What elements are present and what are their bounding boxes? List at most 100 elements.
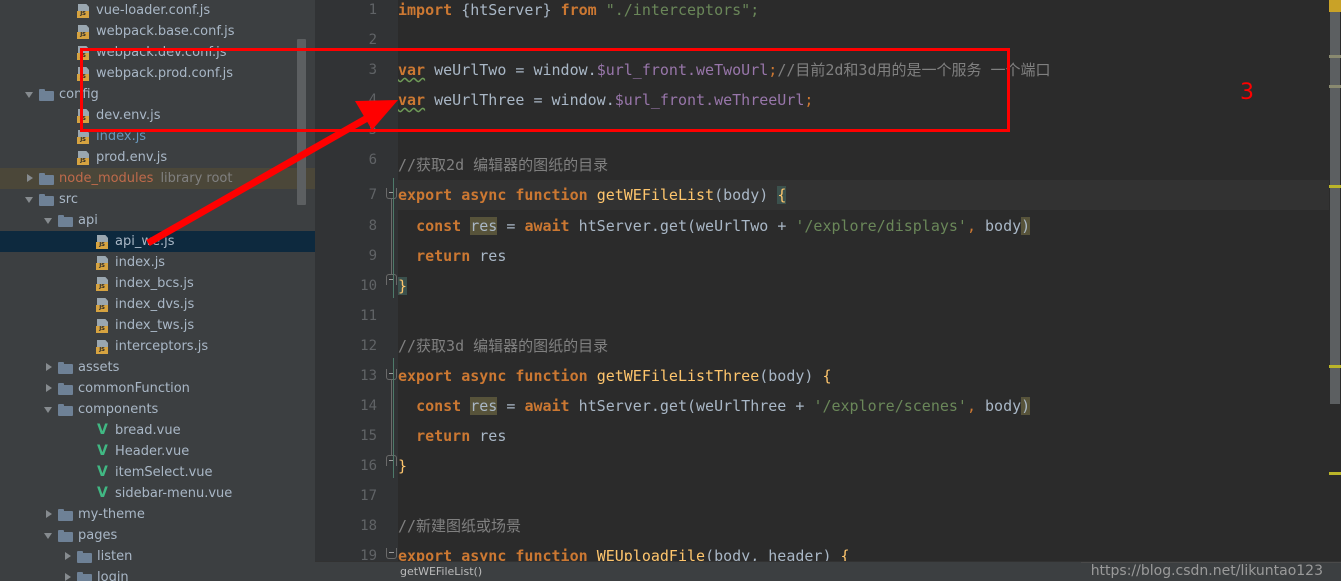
js-file-icon [96, 340, 110, 354]
editor-scrollbar-track[interactable] [1329, 0, 1341, 581]
tree-node-login[interactable]: login [0, 567, 315, 581]
code-line-16[interactable]: } [398, 451, 407, 481]
editor-gutter[interactable]: 1 2 3 4 5 6 7 8 9 10 11 12 13 14 15 16 17 18 19 [315, 0, 385, 581]
tree-node-src[interactable]: src [0, 189, 315, 210]
code-line-13[interactable]: export async function getWEFileListThree… [398, 361, 832, 391]
sidebar-scrollbar[interactable] [297, 39, 306, 205]
code-line-4[interactable]: var weUrlThree = window.$url_front.weThr… [398, 85, 813, 115]
chevron-right-icon[interactable] [44, 383, 55, 394]
code-fold-toggle[interactable] [386, 274, 397, 285]
code-line-15[interactable]: return res [398, 421, 506, 451]
tree-node-api_we-js[interactable]: api_we.js [0, 231, 315, 252]
tree-node-webpack-prod-conf-js[interactable]: webpack.prod.conf.js [0, 63, 315, 84]
chevron-right-icon[interactable] [44, 509, 55, 520]
tree-node-commonfunction[interactable]: commonFunction [0, 378, 315, 399]
chevron-down-icon[interactable] [25, 194, 36, 205]
scroll-marker[interactable] [1329, 365, 1341, 368]
tree-node-index-js[interactable]: index.js [0, 126, 315, 147]
chevron-right-icon[interactable] [44, 362, 55, 373]
chevron-down-icon[interactable] [44, 404, 55, 415]
editor-scrollbar-thumb[interactable] [1330, 12, 1340, 404]
tree-node-components[interactable]: components [0, 399, 315, 420]
token-equals: = [533, 91, 543, 109]
tree-node-node_modules[interactable]: node_modules library root [0, 168, 315, 189]
tree-node-label: login [97, 570, 129, 581]
token-fn-getwefilelist: getWEFileList [596, 186, 715, 204]
code-line-10[interactable]: } [398, 271, 408, 301]
tree-node-interceptors-js[interactable]: interceptors.js [0, 336, 315, 357]
code-text-area[interactable]: import {htServer} from "./interceptors";… [393, 0, 1341, 581]
code-line-18[interactable]: //新建图纸或场景 [398, 511, 521, 541]
chevron-down-icon[interactable] [44, 215, 55, 226]
token-comma: , [966, 217, 976, 235]
tree-node-webpack-base-conf-js[interactable]: webpack.base.conf.js [0, 21, 315, 42]
tree-node-listen[interactable]: listen [0, 546, 315, 567]
tree-node-label: listen [97, 549, 133, 564]
chevron-right-icon[interactable] [63, 572, 74, 581]
breadcrumb-label[interactable]: getWEFileList() [400, 565, 482, 578]
project-tree-panel[interactable]: vue-loader.conf.js webpack.base.conf.js we… [0, 0, 315, 581]
tree-node-label: webpack.base.conf.js [96, 24, 235, 39]
chevron-right-icon[interactable] [25, 173, 36, 184]
tree-node-dev-env-js[interactable]: dev.env.js [0, 105, 315, 126]
tree-node-bread-vue[interactable]: bread.vue [0, 420, 315, 441]
token-keyword-function: function [515, 367, 588, 385]
token-plus: + [777, 217, 787, 235]
code-line-1[interactable]: import {htServer} from "./interceptors"; [398, 0, 759, 25]
code-line-6[interactable]: //获取2d 编辑器的图纸的目录 [398, 150, 608, 180]
scroll-marker[interactable] [1329, 185, 1341, 188]
token-keyword-import: import [398, 1, 453, 19]
tree-node-webpack-dev-conf-js[interactable]: webpack.dev.conf.js [0, 42, 315, 63]
code-line-7[interactable]: export async function getWEFileList(body… [398, 180, 787, 210]
token-string-displays: '/explore/displays' [795, 217, 967, 235]
tree-node-label: bread.vue [115, 423, 181, 438]
tree-node-index_tws-js[interactable]: index_tws.js [0, 315, 315, 336]
chevron-down-icon[interactable] [25, 89, 36, 100]
annotation-number-3: 3 [1240, 80, 1254, 105]
tree-node-assets[interactable]: assets [0, 357, 315, 378]
token-keyword-async: async [461, 186, 507, 204]
code-line-8[interactable]: const res = await htServer.get(weUrlTwo … [398, 211, 1031, 241]
code-editor[interactable]: 1 2 3 4 5 6 7 8 9 10 11 12 13 14 15 16 17 18 19 import {ht… [315, 0, 1341, 581]
token-equals: = [506, 217, 516, 235]
token-field-wetwourl: .weTwoUrl [687, 61, 769, 79]
code-fold-toggle[interactable] [386, 369, 397, 380]
tree-node-index-js[interactable]: index.js [0, 252, 315, 273]
tree-node-vue-loader-conf-js[interactable]: vue-loader.conf.js [0, 0, 315, 21]
js-file-icon [96, 298, 110, 312]
token-keyword-var: var [398, 61, 426, 79]
scroll-marker[interactable] [1329, 85, 1341, 88]
scroll-marker[interactable] [1329, 55, 1341, 58]
token-comment-line6: //获取2d 编辑器的图纸的目录 [398, 156, 609, 174]
tree-node-sidebar-menu-vue[interactable]: sidebar-menu.vue [0, 483, 315, 504]
chevron-right-icon[interactable] [63, 551, 74, 562]
token-params: (body) [759, 367, 814, 385]
chevron-down-icon[interactable] [44, 530, 55, 541]
tree-node-api[interactable]: api [0, 210, 315, 231]
code-line-14[interactable]: const res = await htServer.get(weUrlThre… [398, 391, 1031, 421]
tree-node-my-theme[interactable]: my-theme [0, 504, 315, 525]
tree-node-header-vue[interactable]: Header.vue [0, 441, 315, 462]
scroll-marker[interactable] [1329, 472, 1341, 475]
tree-node-index_bcs-js[interactable]: index_bcs.js [0, 273, 315, 294]
folder-icon [39, 193, 54, 206]
tree-node-itemselect-vue[interactable]: itemSelect.vue [0, 462, 315, 483]
code-line-3[interactable]: var weUrlTwo = window.$url_front.weTwoUr… [398, 55, 1051, 85]
tree-node-config[interactable]: config [0, 84, 315, 105]
code-line-12[interactable]: //获取3d 编辑器的图纸的目录 [398, 331, 608, 361]
tree-node-pages[interactable]: pages [0, 525, 315, 546]
inspection-status-icon[interactable] [1329, 0, 1341, 12]
code-fold-toggle[interactable] [386, 455, 397, 466]
code-folding-strip[interactable] [385, 0, 398, 581]
token-ident-window: window. [533, 61, 597, 79]
js-file-icon [77, 130, 91, 144]
code-line-9[interactable]: return res [398, 241, 506, 271]
tree-node-index_dvs-js[interactable]: index_dvs.js [0, 294, 315, 315]
code-fold-toggle[interactable] [386, 548, 397, 559]
token-keyword-from: from [560, 1, 597, 19]
code-fold-toggle[interactable] [386, 188, 397, 199]
tree-node-prod-env-js[interactable]: prod.env.js [0, 147, 315, 168]
project-tree[interactable]: vue-loader.conf.js webpack.base.conf.js we… [0, 0, 315, 581]
